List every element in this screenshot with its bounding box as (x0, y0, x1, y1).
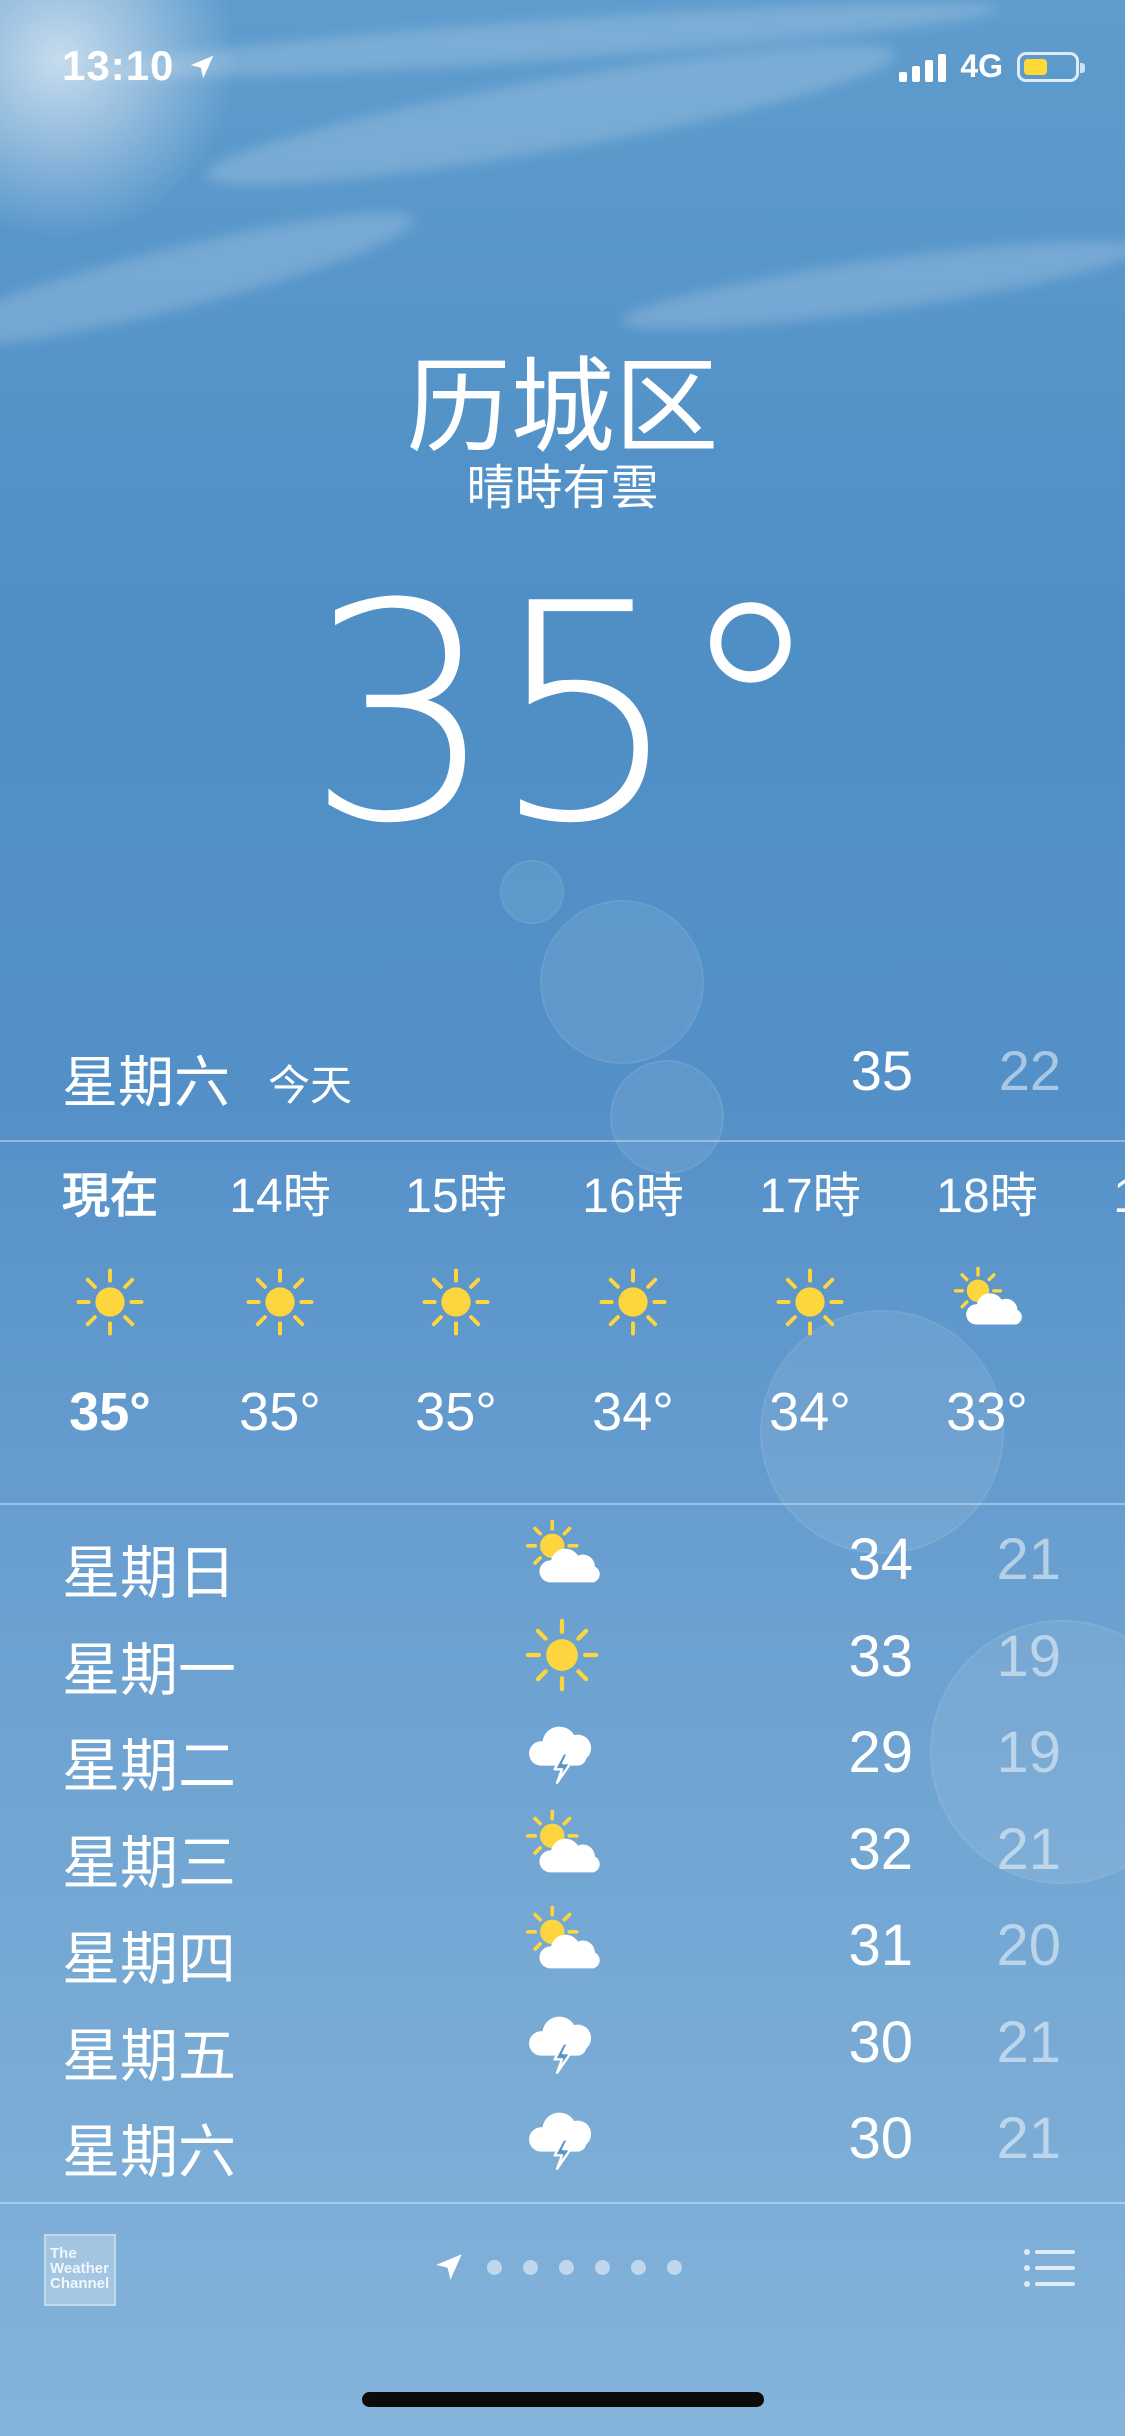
hourly-item: 17時 34° (722, 1142, 898, 1472)
partly-cloudy-icon (522, 1808, 602, 1888)
hourly-time: 14時 (229, 1170, 331, 1223)
day-high-temperature: 30 (848, 2009, 913, 2075)
day-name: 星期二 (62, 1734, 237, 1799)
hourly-temperature: 34° (769, 1382, 851, 1442)
day-low-temperature: 21 (996, 2106, 1061, 2171)
sun-icon (368, 1252, 544, 1352)
partly-cloudy-icon (522, 1518, 602, 1598)
sun-icon (522, 1615, 602, 1695)
weather-screen: 13:10 4G 历城区 晴時有雲 35° 星期六 今天 35 22 現在 35… (0, 0, 1125, 2436)
day-high-temperature: 30 (848, 2106, 913, 2171)
network-type: 4G (960, 48, 1003, 84)
city-list-icon[interactable] (1023, 2248, 1077, 2288)
day-name: 星期三 (62, 1830, 237, 1896)
hourly-item: 16時 34° (545, 1142, 721, 1472)
weather-channel-logo[interactable]: The Weather Channel (44, 2234, 116, 2306)
hourly-item: 18時 33° (899, 1142, 1075, 1472)
day-high-temperature: 31 (848, 1913, 913, 1978)
battery-level (1024, 58, 1047, 75)
daily-row: 星期五 30 21 (0, 1995, 1125, 2092)
sun-icon (722, 1252, 898, 1352)
divider (0, 1503, 1125, 1505)
location-services-icon (190, 55, 214, 79)
status-indicators: 4G (899, 48, 1085, 85)
sun-glare (0, 0, 240, 240)
battery-icon (1017, 51, 1085, 82)
page-dot[interactable] (523, 2259, 538, 2275)
day-name: 星期日 (62, 1541, 237, 1606)
day-low-temperature: 21 (996, 1527, 1061, 1592)
status-time-text: 13:10 (62, 42, 175, 89)
hourly-temperature: 35° (239, 1382, 321, 1442)
day-low-temperature: 20 (996, 1913, 1061, 1978)
sun-icon (192, 1252, 368, 1352)
thunderstorm-icon (522, 2097, 602, 2177)
hourly-temperature: 35° (415, 1382, 497, 1442)
day-name: 星期六 (62, 2120, 237, 2185)
day-low-temperature: 21 (996, 2009, 1061, 2075)
day-high-temperature: 33 (848, 1623, 913, 1689)
hourly-temperature: 35° (69, 1382, 151, 1442)
daily-row: 星期四 31 20 (0, 1898, 1125, 1995)
page-dot[interactable] (559, 2259, 574, 2275)
partly-cloudy-icon (522, 1904, 602, 1984)
hourly-item: 19時 32° (1076, 1142, 1125, 1472)
day-low-temperature: 19 (996, 1720, 1061, 1785)
sun-icon (22, 1252, 198, 1352)
day-low-temperature: 19 (996, 1623, 1061, 1689)
hourly-time: 19時 (1076, 1142, 1125, 1252)
page-indicator[interactable] (432, 2250, 682, 2284)
cellular-signal-icon (899, 52, 947, 82)
hourly-item: 15時 35° (368, 1142, 544, 1472)
today-high: 35 (850, 1039, 913, 1102)
hourly-item: 14時 35° (192, 1142, 368, 1472)
daily-row: 星期六 30 21 (0, 2091, 1125, 2188)
today-summary: 星期六 今天 35 22 (0, 1030, 1125, 1114)
page-dot[interactable] (631, 2259, 646, 2275)
weather-channel-logo-text: The Weather Channel (50, 2245, 110, 2292)
daily-row: 星期日 34 21 (0, 1512, 1125, 1609)
page-dot[interactable] (667, 2259, 682, 2275)
current-temperature: 35° (305, 540, 826, 889)
day-low-temperature: 21 (996, 1816, 1061, 1882)
page-dot[interactable] (595, 2259, 610, 2275)
hourly-item: 現在 35° (22, 1142, 198, 1472)
hourly-time: 15時 (405, 1170, 507, 1223)
today-low: 22 (998, 1039, 1061, 1102)
hourly-time: 現在 (61, 1170, 158, 1223)
thunderstorm-icon (522, 1711, 602, 1791)
weather-condition: 晴時有雲 (466, 462, 659, 515)
hourly-temperature: 32° (1076, 1352, 1125, 1472)
day-name: 星期一 (62, 1637, 237, 1703)
partly-cloudy-icon (1076, 1252, 1125, 1352)
hourly-time: 16時 (582, 1170, 684, 1223)
today-day: 星期六 (62, 1051, 230, 1114)
daily-row: 星期三 32 21 (0, 1802, 1125, 1899)
daily-row: 星期二 29 19 (0, 1705, 1125, 1802)
day-name: 星期五 (62, 2023, 237, 2089)
hourly-forecast[interactable]: 現在 35° 14時 35° 15時 35° 16時 34° 17時 34° 18時 33… (0, 1142, 1125, 1502)
home-indicator[interactable] (362, 2392, 764, 2407)
partly-cloudy-icon (899, 1252, 1075, 1352)
day-high-temperature: 29 (848, 1720, 913, 1785)
status-time: 13:10 (62, 42, 217, 90)
hourly-temperature: 34° (592, 1382, 674, 1442)
daily-row: 星期一 33 19 (0, 1609, 1125, 1706)
day-high-temperature: 34 (848, 1527, 913, 1592)
today-label: 今天 (268, 1062, 353, 1109)
hourly-time: 17時 (759, 1170, 861, 1223)
hourly-temperature: 33° (946, 1382, 1028, 1442)
location-icon (436, 2254, 462, 2280)
thunderstorm-icon (522, 2001, 602, 2081)
sun-icon (545, 1252, 721, 1352)
hourly-time: 18時 (936, 1170, 1038, 1223)
daily-forecast[interactable]: 星期日 34 21 星期一 33 19 星期二 29 19 星期三 32 21 星期四 … (0, 1512, 1125, 2188)
day-high-temperature: 32 (848, 1816, 913, 1882)
page-dot[interactable] (487, 2259, 502, 2275)
day-name: 星期四 (62, 1927, 237, 1992)
